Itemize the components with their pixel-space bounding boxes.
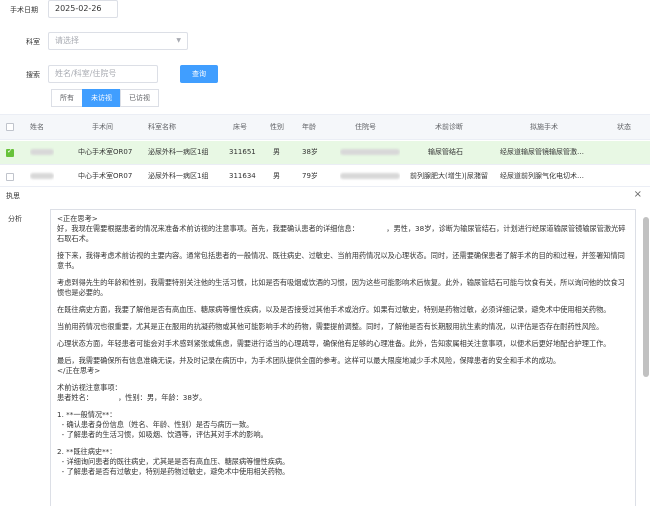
paragraph: 考虑到得先生的年龄和性别，我需要特别关注他的生活习惯，比如是否有吸烟或饮酒的习惯…	[57, 278, 625, 297]
col-inpatient-no: 住院号	[355, 123, 376, 131]
select-all-checkbox[interactable]	[6, 123, 14, 131]
row-checkbox[interactable]	[6, 147, 14, 157]
col-surgery: 拟施手术	[530, 123, 558, 131]
thinking-start: <正在思考>	[57, 214, 98, 223]
paragraph: 当前用药情况也很重要，尤其是正在服用的抗凝药物或其他可能影响手术的药物，需要提前…	[57, 322, 604, 331]
close-icon[interactable]: ×	[634, 189, 642, 200]
paragraph: 在既往病史方面，我要了解他是否有高血压、糖尿病等慢性疾病，以及是否接受过其他手术…	[57, 305, 611, 314]
scrollbar[interactable]	[643, 217, 649, 377]
paragraph: 术前访视注意事项： 患者姓名： ，性别：男，年龄：38岁。	[57, 383, 207, 402]
ai-analysis-panel: 执思 × 分析 <正在思考> 好，我现在需要根据患者的情况来准备术前访视的注意事…	[0, 186, 650, 506]
col-department: 科室名称	[148, 123, 176, 131]
paragraph: 2. **既往病史**： - 详细询问患者的既往病史，尤其是是否有高血压、糖尿病…	[57, 447, 290, 476]
table-row[interactable]: 中心手术室OR07 泌尿外科一病区1组 311651 男 38岁 输尿管结石 经…	[0, 141, 650, 165]
paragraph: 接下来，我得考虑术前访视的主要内容。通常包括患者的一般情况、既往病史、过敏史、当…	[57, 251, 625, 270]
tab-all[interactable]: 所有	[51, 89, 83, 107]
cell-age: 79岁	[302, 172, 318, 180]
cell-sex: 男	[273, 148, 280, 156]
tab-unvisited[interactable]: 未访视	[82, 89, 121, 107]
tab-visited[interactable]: 已访视	[120, 89, 159, 107]
cell-room: 中心手术室OR07	[78, 172, 133, 180]
col-diagnosis: 术前诊断	[435, 123, 463, 131]
cell-inpatient-no	[340, 141, 400, 164]
panel-title: 执思	[6, 192, 20, 200]
search-label: 搜索	[26, 71, 40, 79]
col-name: 姓名	[30, 123, 44, 131]
query-button[interactable]: 查询	[180, 65, 218, 83]
cell-diagnosis: 前列腺肥大(增生)|尿潴留	[410, 172, 488, 180]
department-label: 科室	[26, 38, 40, 46]
cell-age: 38岁	[302, 148, 318, 156]
cell-diagnosis: 输尿管结石	[428, 148, 463, 156]
cell-name	[30, 165, 54, 188]
paragraph: 1. **一般情况**： - 确认患者身份信息（姓名、年龄、性别）是否与病历一致…	[57, 410, 268, 439]
visit-status-tabs: 所有 未访视 已访视	[51, 89, 159, 107]
date-input[interactable]: 2025-02-26	[48, 0, 118, 18]
cell-room: 中心手术室OR07	[78, 148, 133, 156]
cell-name	[30, 141, 54, 164]
row-checkbox[interactable]	[6, 173, 14, 181]
search-input[interactable]: 姓名/科室/住院号	[48, 65, 158, 83]
cell-sex: 男	[273, 172, 280, 180]
cell-surgery: 经尿道输尿管镜输尿管激…	[500, 148, 584, 156]
paragraph: 心理状态方面，年轻患者可能会对手术感到紧张或焦虑，需要进行适当的心理疏导，确保他…	[57, 339, 611, 348]
department-placeholder: 请选择	[55, 36, 79, 45]
cell-department: 泌尿外科一病区1组	[148, 172, 209, 180]
col-age: 年龄	[302, 123, 316, 131]
chevron-down-icon: ▼	[176, 37, 181, 44]
cell-bed: 311651	[229, 148, 256, 156]
cell-department: 泌尿外科一病区1组	[148, 148, 209, 156]
col-room: 手术间	[92, 123, 113, 131]
cell-surgery: 经尿道前列腺气化电切术…	[500, 172, 584, 180]
analysis-label: 分析	[8, 215, 22, 223]
cell-bed: 311634	[229, 172, 256, 180]
cell-inpatient-no	[340, 165, 400, 188]
col-bed: 床号	[233, 123, 247, 131]
analysis-text[interactable]: <正在思考> 好，我现在需要根据患者的情况来准备术前访视的注意事项。首先，我要确…	[50, 209, 636, 506]
col-sex: 性别	[270, 123, 284, 131]
col-status: 状态	[617, 123, 631, 131]
paragraph: 好，我现在需要根据患者的情况来准备术前访视的注意事项。首先，我要确认患者的详细信…	[57, 224, 626, 243]
paragraph: 最后，我需要确保所有信息准确无误，并及时记录在病历中，为手术团队提供全面的参考。…	[57, 356, 561, 375]
date-label: 手术日期	[10, 6, 38, 14]
table-header: 姓名 手术间 科室名称 床号 性别 年龄 住院号 术前诊断 拟施手术 状态	[0, 114, 650, 140]
department-select[interactable]: 请选择 ▼	[48, 32, 188, 50]
